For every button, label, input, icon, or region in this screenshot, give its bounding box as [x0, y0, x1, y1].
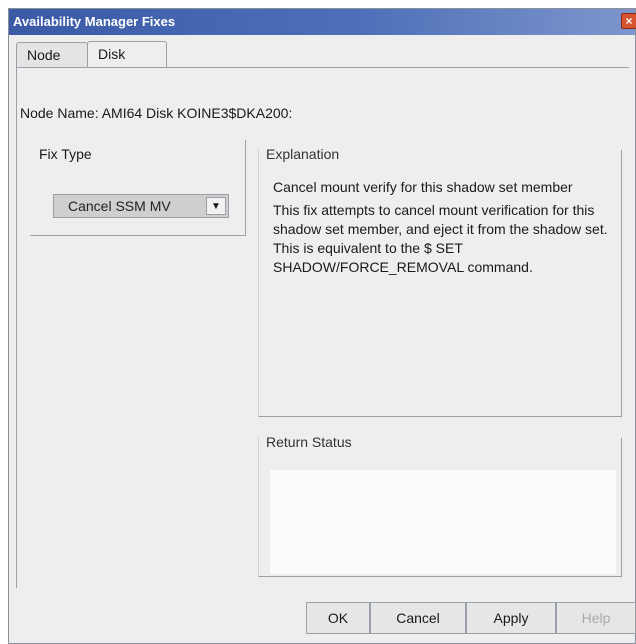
fix-type-label: Fix Type [39, 146, 92, 162]
return-status-output [270, 470, 616, 574]
window-title: Availability Manager Fixes [13, 14, 176, 29]
fix-type-dropdown[interactable]: Cancel SSM MV ▼ [53, 194, 229, 218]
node-name-label: Node Name: AMI64 Disk KOINE3$DKA200: [20, 105, 293, 121]
title-bar[interactable]: Availability Manager Fixes × [9, 9, 636, 35]
explanation-text: Cancel mount verify for this shadow set … [273, 178, 613, 281]
tab-disk[interactable]: Disk [87, 41, 167, 69]
return-status-label: Return Status [266, 434, 352, 450]
ok-button[interactable]: OK [306, 602, 370, 634]
close-icon[interactable]: × [621, 13, 636, 29]
explanation-label: Explanation [266, 146, 340, 162]
cancel-button[interactable]: Cancel [370, 602, 466, 634]
explanation-summary: Cancel mount verify for this shadow set … [273, 179, 573, 195]
tab-node[interactable]: Node [16, 42, 88, 68]
explanation-detail: This fix attempts to cancel mount verifi… [273, 202, 608, 275]
help-button[interactable]: Help [556, 602, 636, 634]
chevron-down-icon[interactable]: ▼ [206, 197, 226, 215]
fix-type-selected-value: Cancel SSM MV [68, 198, 171, 214]
apply-button[interactable]: Apply [466, 602, 556, 634]
